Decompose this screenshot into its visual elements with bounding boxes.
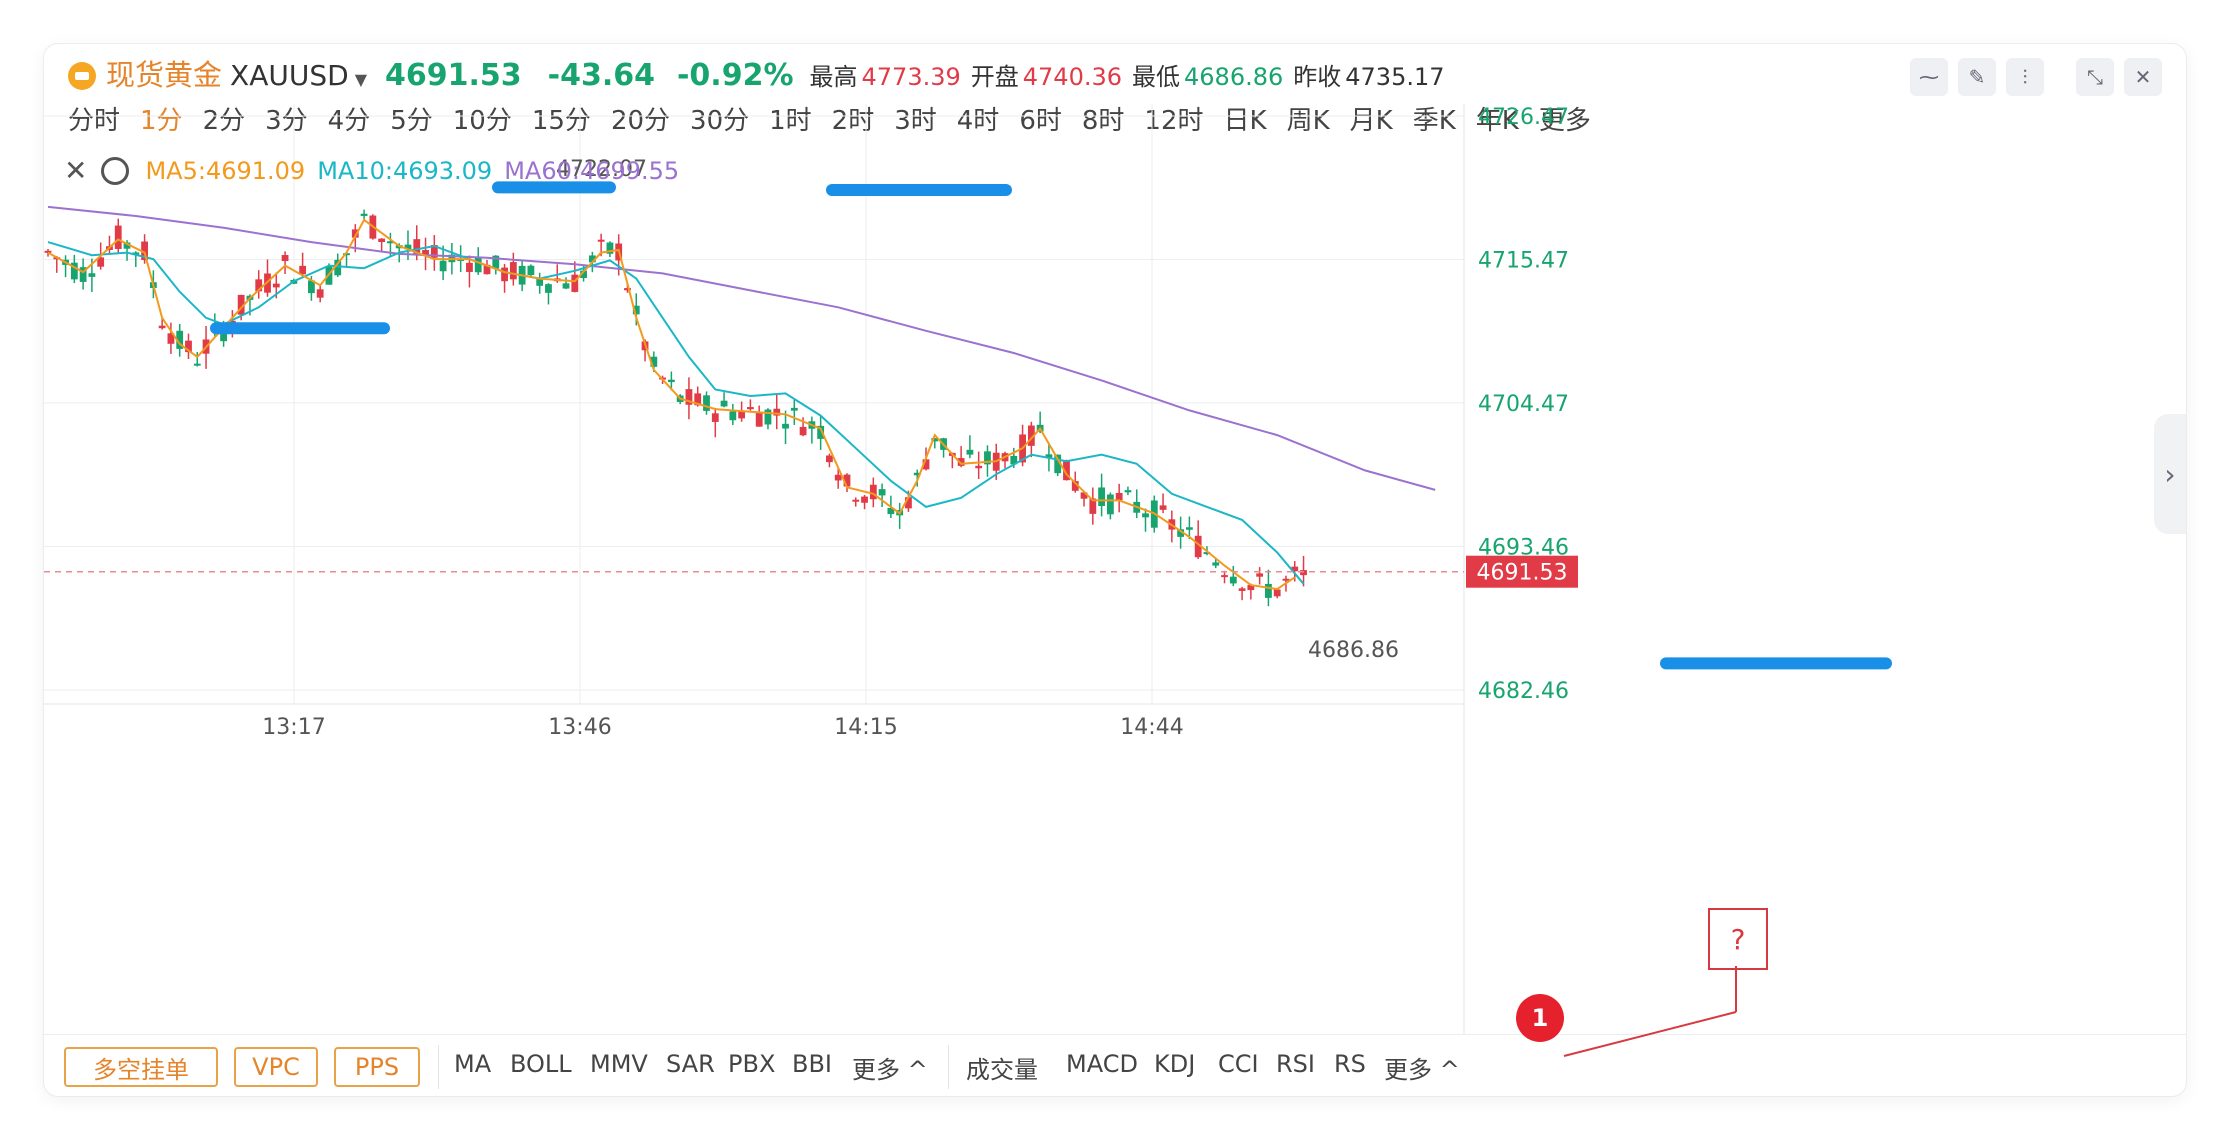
ma10-label: MA10:4693.09 [317,156,493,185]
candle-body [861,496,868,503]
y-tick-label: 4682.46 [1478,679,1569,704]
main-more-button[interactable]: 更多 ^ [852,1050,928,1085]
candle-body [474,257,482,273]
ind-cci[interactable]: CCI [1218,1050,1259,1078]
candle-body [281,254,289,261]
candle-body [720,400,728,407]
candle-body [1229,576,1237,584]
settings-icon[interactable] [101,156,130,185]
candle-body [536,279,544,286]
candle-body [755,412,763,427]
candle-body [158,325,166,329]
ind-boll[interactable]: BOLL [510,1050,572,1078]
candle-body [1115,492,1123,501]
ind-ma[interactable]: MA [454,1050,491,1078]
candle-body [703,395,710,411]
chart-card: 现货黄金 XAUUSD ▼ 4691.53 -43.64 -0.92% 最高 4… [44,44,2186,1096]
candle-body [852,499,860,502]
candle-body [799,426,807,436]
x-tick-label: 13:17 [262,715,325,740]
ind-kdj[interactable]: KDJ [1154,1050,1195,1078]
candle-body [44,250,52,253]
candle-body [966,449,974,455]
long-short-orders-button[interactable]: 多空挂单 [64,1047,218,1087]
candle-body [1106,494,1114,515]
pps-button[interactable]: PPS [334,1047,420,1087]
candle-body [975,465,983,469]
y-tick-label: 4704.47 [1478,392,1569,417]
candle-body [1142,513,1149,518]
divider [438,1045,439,1089]
ind-bbi[interactable]: BBI [792,1050,832,1078]
candle-body [1212,562,1220,566]
sub-more-button[interactable]: 更多 ^ [1384,1050,1460,1085]
ma60-label: MA60:4699.55 [504,156,680,185]
x-tick-label: 14:15 [834,715,897,740]
candle-body [1256,573,1264,577]
candle-body [114,225,122,249]
annotation-badge: 1 [1516,994,1564,1042]
candle-body [193,363,201,366]
ma5-label: MA5:4691.09 [145,156,306,185]
vpc-button[interactable]: VPC [234,1047,318,1087]
candle-body [1124,490,1132,493]
candle-body [878,489,886,496]
candle-body [764,409,772,425]
candle-body [782,423,789,429]
ind-mmv[interactable]: MMV [590,1050,648,1078]
divider [948,1045,949,1089]
candle-body [316,289,324,298]
candle-body [826,455,833,463]
candle-body [509,262,517,280]
candle-body [378,238,386,242]
candle-body [1159,505,1167,510]
ma10-line [47,241,1305,585]
candle-body [729,411,737,421]
candle-body [1098,487,1105,506]
ind-rsi[interactable]: RSI [1276,1050,1315,1078]
candle-body [88,273,96,277]
candle-body [466,262,473,272]
candle-body [360,213,368,216]
candle-body [597,239,605,242]
candle-body [1238,588,1246,591]
candle-body [711,413,719,422]
candle-body [272,283,280,288]
candle-body [439,260,447,272]
last-price-label: 4691.53 [1477,561,1568,586]
x-tick-label: 14:44 [1120,715,1183,740]
ind-pbx[interactable]: PBX [728,1050,775,1078]
y-tick-label: 4715.47 [1478,248,1569,273]
x-tick-label: 13:46 [548,715,611,740]
candle-body [1265,583,1272,598]
candle-body [1273,589,1281,597]
candle-body [1300,570,1307,576]
candlestick-chart[interactable]: 4726.474715.474704.474693.464682.4613:17… [44,44,2186,1034]
ind-rs[interactable]: RS [1334,1050,1366,1078]
question-annotation: ? [1708,908,1768,970]
candle-body [790,407,798,411]
close-icon[interactable]: ✕ [64,154,87,187]
candle-body [545,284,552,293]
candle-body [747,407,754,410]
candle-body [869,484,877,500]
candle-body [667,379,675,383]
marked-low-label: 4686.86 [1308,638,1399,663]
indicator-toolbar: 多空挂单 VPC PPS MA BOLL MMV SAR PBX BBI 更多 … [44,1034,2186,1096]
candle-body [834,474,842,481]
candle-body [1186,527,1193,530]
ma-legend: ✕ MA5:4691.09 MA10:4693.09 MA60:4699.55 [64,154,691,187]
candle-body [527,265,535,276]
candle-body [1221,575,1228,578]
ind-sar[interactable]: SAR [666,1050,715,1078]
candle-body [562,283,570,289]
candle-body [501,267,508,282]
y-tick-label: 4726.47 [1478,105,1569,130]
chevron-right-icon[interactable]: › [2154,414,2186,534]
ma60-line [47,205,1436,491]
ind-volume[interactable]: 成交量 [966,1050,1038,1085]
ind-macd[interactable]: MACD [1066,1050,1138,1078]
